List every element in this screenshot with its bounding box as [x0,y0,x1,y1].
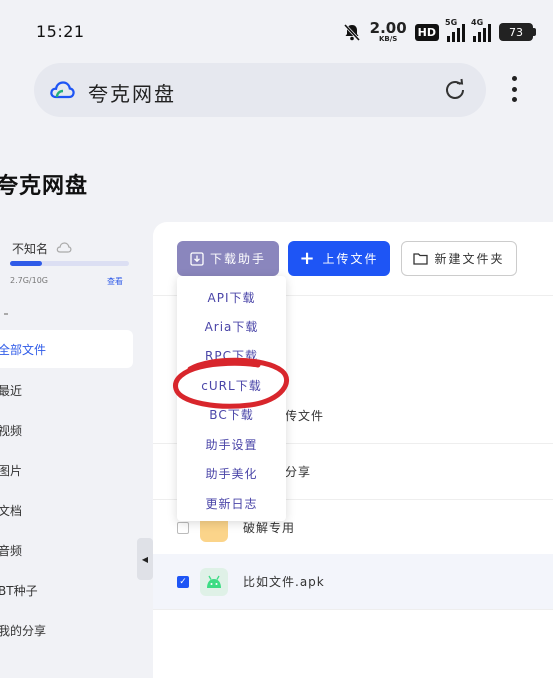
sidebar-item-label: 我的分享 [0,623,47,638]
android-apk-icon [200,567,228,596]
file-name: 比如文件.apk [243,575,325,589]
sidebar-item-audio[interactable]: 音频 [0,530,133,570]
storage-usage: 2.7G/10G [10,276,48,285]
menu-item-rpc-download[interactable]: RPC下载 [177,347,286,364]
file-name: 破解专用 [243,521,296,535]
file-name: 传文件 [285,409,325,423]
sidebar-nav: 全部文件 最近 视频 图片 文档 音频 BT种子 我的分享 [0,330,133,650]
row-checkbox[interactable]: ✓ [177,575,189,588]
battery-level: 73 [509,25,523,39]
file-row[interactable]: ✓ 比如文件.apk [153,554,553,610]
download-helper-label: 下载助手 [209,252,266,266]
menu-item-helper-theme[interactable]: 助手美化 [177,465,286,482]
status-time: 15:21 [36,22,85,41]
signal-5g-icon: 5G [445,18,465,42]
file-name: 分享 [285,465,312,479]
sidebar-item-label: 音频 [0,543,23,558]
speed-unit: KB/S [378,35,398,43]
sidebar-item-label: 最近 [0,383,23,398]
menu-item-api-download[interactable]: API下载 [177,289,286,306]
folder-icon [413,253,429,265]
sidebar-item-label: 全部文件 [0,342,47,357]
storage-progress-fill [10,261,43,266]
hd-badge: HD [414,23,439,41]
mute-bell-icon [343,23,360,42]
cloud-badge-icon [56,242,72,253]
download-helper-menu: API下载 Aria下载 RPC下载 cURL下载 BC下载 助手设置 助手美化… [177,276,286,521]
sidebar-item-label: 图片 [0,463,23,478]
user-name: 不知名 [12,242,49,256]
signal-4g-icon: 4G [471,18,491,42]
sidebar-item-images[interactable]: 图片 [0,450,133,490]
address-title: 夸克网盘 [88,82,176,106]
sidebar-item-all-files[interactable]: 全部文件 [0,330,133,368]
sidebar-item-label: BT种子 [0,583,38,598]
menu-item-bc-download[interactable]: BC下载 [177,406,286,423]
sidebar-collapse-button[interactable]: ◀ [137,538,153,580]
refresh-icon[interactable] [442,77,468,103]
sidebar-item-recent[interactable]: 最近 [0,370,133,410]
sidebar-item-my-shares[interactable]: 我的分享 [0,610,133,650]
network-speed: 2.00 KB/S [370,21,407,43]
quark-cloud-logo-icon [50,81,75,99]
sidebar-item-bt-torrent[interactable]: BT种子 [0,570,133,610]
sidebar-item-documents[interactable]: 文档 [0,490,133,530]
status-bar: 15:21 2.00 KB/S HD 5G 4G 73 [0,0,553,60]
row-checkbox[interactable] [177,521,189,534]
address-bar[interactable]: 夸克网盘 [34,63,486,117]
download-icon [190,251,204,266]
menu-item-curl-download[interactable]: cURL下载 [177,377,286,394]
sidebar-item-label: 文档 [0,503,23,518]
storage-progress [10,261,129,266]
nav-divider [4,313,8,315]
menu-item-helper-settings[interactable]: 助手设置 [177,436,286,453]
menu-item-changelog[interactable]: 更新日志 [177,495,286,512]
plus-icon: + [299,247,317,269]
download-helper-button[interactable]: 下载助手 [177,241,279,276]
sidebar-item-video[interactable]: 视频 [0,410,133,450]
more-menu-icon[interactable] [506,74,522,104]
sidebar-item-label: 视频 [0,423,23,438]
upload-file-button[interactable]: + 上传文件 [288,241,390,276]
new-folder-button[interactable]: 新建文件夹 [401,241,517,276]
battery-icon: 73 [499,23,536,41]
menu-item-aria-download[interactable]: Aria下载 [177,318,286,335]
new-folder-label: 新建文件夹 [434,252,505,266]
upload-label: 上传文件 [322,252,379,266]
status-icons: 2.00 KB/S HD 5G 4G 73 [342,18,536,44]
page-title: 夸克网盘 [0,174,89,199]
storage-view-link[interactable]: 查看 [107,276,123,287]
speed-value: 2.00 [369,19,407,37]
